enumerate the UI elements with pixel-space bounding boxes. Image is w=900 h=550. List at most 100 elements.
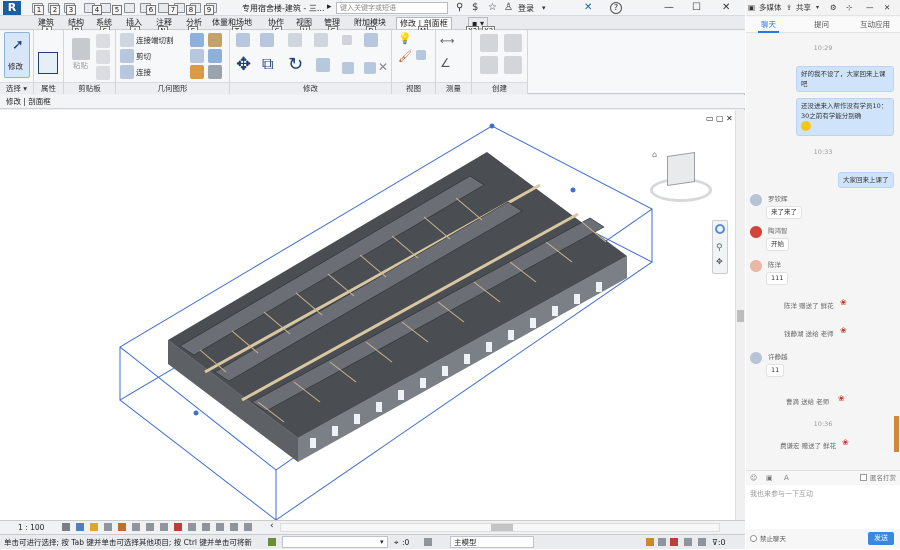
filter-count-icon[interactable]: ⊽:0 — [712, 535, 726, 550]
image-icon[interactable]: ▣ — [766, 471, 773, 485]
anonymous-checkbox[interactable] — [860, 474, 867, 481]
mirror-draw-icon[interactable] — [314, 33, 328, 47]
editable-only-icon[interactable]: ⌖ — [394, 535, 399, 550]
vertical-scrollbar[interactable] — [735, 110, 745, 520]
override-icon[interactable] — [416, 50, 426, 60]
select-underlay-icon[interactable] — [658, 538, 666, 546]
create-part-icon[interactable] — [480, 34, 498, 52]
multimedia-label[interactable]: 多媒体 — [759, 0, 782, 16]
paint-icon[interactable] — [208, 33, 222, 47]
restore-icon[interactable]: ☐ — [692, 2, 701, 14]
settings-icon[interactable]: ⚙ — [830, 0, 837, 16]
tab-interactive-apps[interactable]: 互动应用 — [860, 17, 890, 33]
shadows-icon[interactable] — [104, 523, 112, 531]
measure-distance-icon[interactable]: ⟷ — [440, 36, 454, 47]
user-icon[interactable]: ♙ — [504, 2, 513, 14]
detail-level-icon[interactable] — [62, 523, 70, 531]
highlight-icon[interactable] — [230, 523, 238, 531]
tab-question[interactable]: 提问 — [814, 17, 829, 33]
properties-icon[interactable] — [38, 52, 58, 74]
main-model-dropdown[interactable]: 主模型 — [450, 536, 534, 548]
rotate-icon[interactable]: ↻ — [288, 54, 303, 75]
paste-label[interactable]: 粘贴 — [73, 60, 88, 71]
scroll-thumb[interactable] — [737, 310, 744, 322]
select-face-icon[interactable] — [684, 538, 692, 546]
h-scroll-thumb[interactable] — [491, 524, 513, 531]
lightbulb-icon[interactable]: 💡 — [398, 32, 412, 45]
join-cut-label[interactable]: 连接端切割 — [136, 35, 174, 46]
view-restore-icon[interactable]: ▢ — [716, 114, 724, 123]
cope-icon[interactable] — [120, 33, 134, 47]
drag-elements-icon[interactable] — [698, 538, 706, 546]
close-icon[interactable]: ✕ — [722, 2, 730, 14]
search-input[interactable]: 键入关键字或短语 — [336, 2, 448, 14]
emoji-icon[interactable]: ☺ — [750, 471, 757, 485]
paste-icon[interactable] — [72, 38, 90, 60]
array-icon[interactable] — [364, 33, 378, 47]
trim-single-icon[interactable] — [342, 62, 354, 74]
wall-joins-icon[interactable] — [190, 33, 204, 47]
copy-element-icon[interactable]: ⧉ — [262, 54, 273, 74]
create-group-icon[interactable] — [504, 34, 522, 52]
filter-icon[interactable] — [424, 538, 432, 546]
view-minimize-icon[interactable]: ▭ — [706, 114, 714, 123]
help-button[interactable]: ? — [610, 2, 622, 14]
pan-icon[interactable]: ✥ — [716, 257, 723, 266]
multimedia-icon[interactable]: ▣ — [748, 0, 755, 16]
binoculars-icon[interactable]: ⚲ — [456, 2, 463, 14]
font-icon[interactable]: A — [784, 471, 789, 485]
trim-multiple-icon[interactable] — [364, 62, 376, 74]
share-icon[interactable]: ⇪ — [786, 0, 792, 16]
chevron-down-icon[interactable]: ▾ — [816, 0, 819, 16]
reveal-hidden-icon[interactable] — [188, 523, 196, 531]
chat-scrollbar-thumb[interactable] — [894, 416, 899, 452]
chat-input-field[interactable]: 我也来参与一下互动 — [746, 485, 900, 529]
minimize-icon[interactable]: — — [664, 2, 674, 14]
angle-icon[interactable]: ∠ — [440, 56, 451, 70]
show-crop-icon[interactable] — [146, 523, 154, 531]
worksharing-icon[interactable] — [202, 523, 210, 531]
lock-3d-icon[interactable] — [160, 523, 168, 531]
visual-style-icon[interactable] — [76, 523, 84, 531]
home-icon[interactable]: ⌂ — [652, 150, 657, 159]
share-label[interactable]: 共享 — [796, 0, 811, 16]
steering-wheel-icon[interactable] — [715, 224, 725, 234]
demolish-icon[interactable] — [208, 49, 222, 63]
horizontal-scrollbar[interactable] — [280, 523, 720, 532]
zoom-icon[interactable]: ⚲ — [716, 243, 723, 253]
exchange-icon[interactable]: ✕ — [584, 2, 592, 14]
join-icon[interactable] — [120, 65, 134, 79]
split-icon[interactable] — [342, 35, 352, 45]
create-assembly-icon[interactable] — [480, 56, 498, 74]
chat-minimize-icon[interactable]: — — [866, 0, 874, 16]
select-links-icon[interactable] — [646, 538, 654, 546]
mute-checkbox[interactable] — [750, 535, 757, 542]
cut-label[interactable]: 剪切 — [136, 51, 151, 62]
crop-icon[interactable] — [132, 523, 140, 531]
panel-select-label[interactable]: 选择 ▾ — [0, 82, 33, 94]
view-scale[interactable]: 1 : 100 — [18, 523, 44, 532]
chat-close-icon[interactable]: ✕ — [884, 0, 890, 16]
building-model-drawing[interactable] — [0, 110, 735, 520]
subscription-icon[interactable]: $ — [472, 2, 478, 14]
offset-icon[interactable] — [260, 33, 274, 47]
send-button[interactable]: 发送 — [868, 532, 894, 545]
tab-chat[interactable]: 聊天 — [758, 17, 779, 33]
cut-geometry-icon[interactable] — [120, 49, 134, 63]
constraints-icon[interactable] — [244, 523, 252, 531]
chevron-right-icon[interactable]: ▸ — [327, 2, 332, 12]
render-icon[interactable] — [118, 523, 126, 531]
chat-message-list[interactable]: 10:29 好的我不设了，大家回来上课吧 还没进来入帮作没有学员10：30之前有… — [746, 34, 900, 470]
analytical-icon[interactable] — [216, 523, 224, 531]
connect-label[interactable]: 连接 — [136, 67, 151, 78]
view-close-icon[interactable]: ✕ — [726, 114, 733, 123]
match-icon[interactable] — [96, 66, 110, 80]
temp-hide-icon[interactable] — [174, 523, 182, 531]
align-icon[interactable] — [236, 33, 250, 47]
move-icon[interactable]: ✥ — [236, 54, 251, 75]
split-face-icon[interactable] — [190, 49, 204, 63]
login-button[interactable]: 登录 — [518, 3, 534, 14]
pick-icon[interactable] — [190, 65, 204, 79]
copy-icon[interactable] — [96, 34, 110, 48]
scroll-left-icon[interactable]: ‹ — [270, 521, 274, 531]
